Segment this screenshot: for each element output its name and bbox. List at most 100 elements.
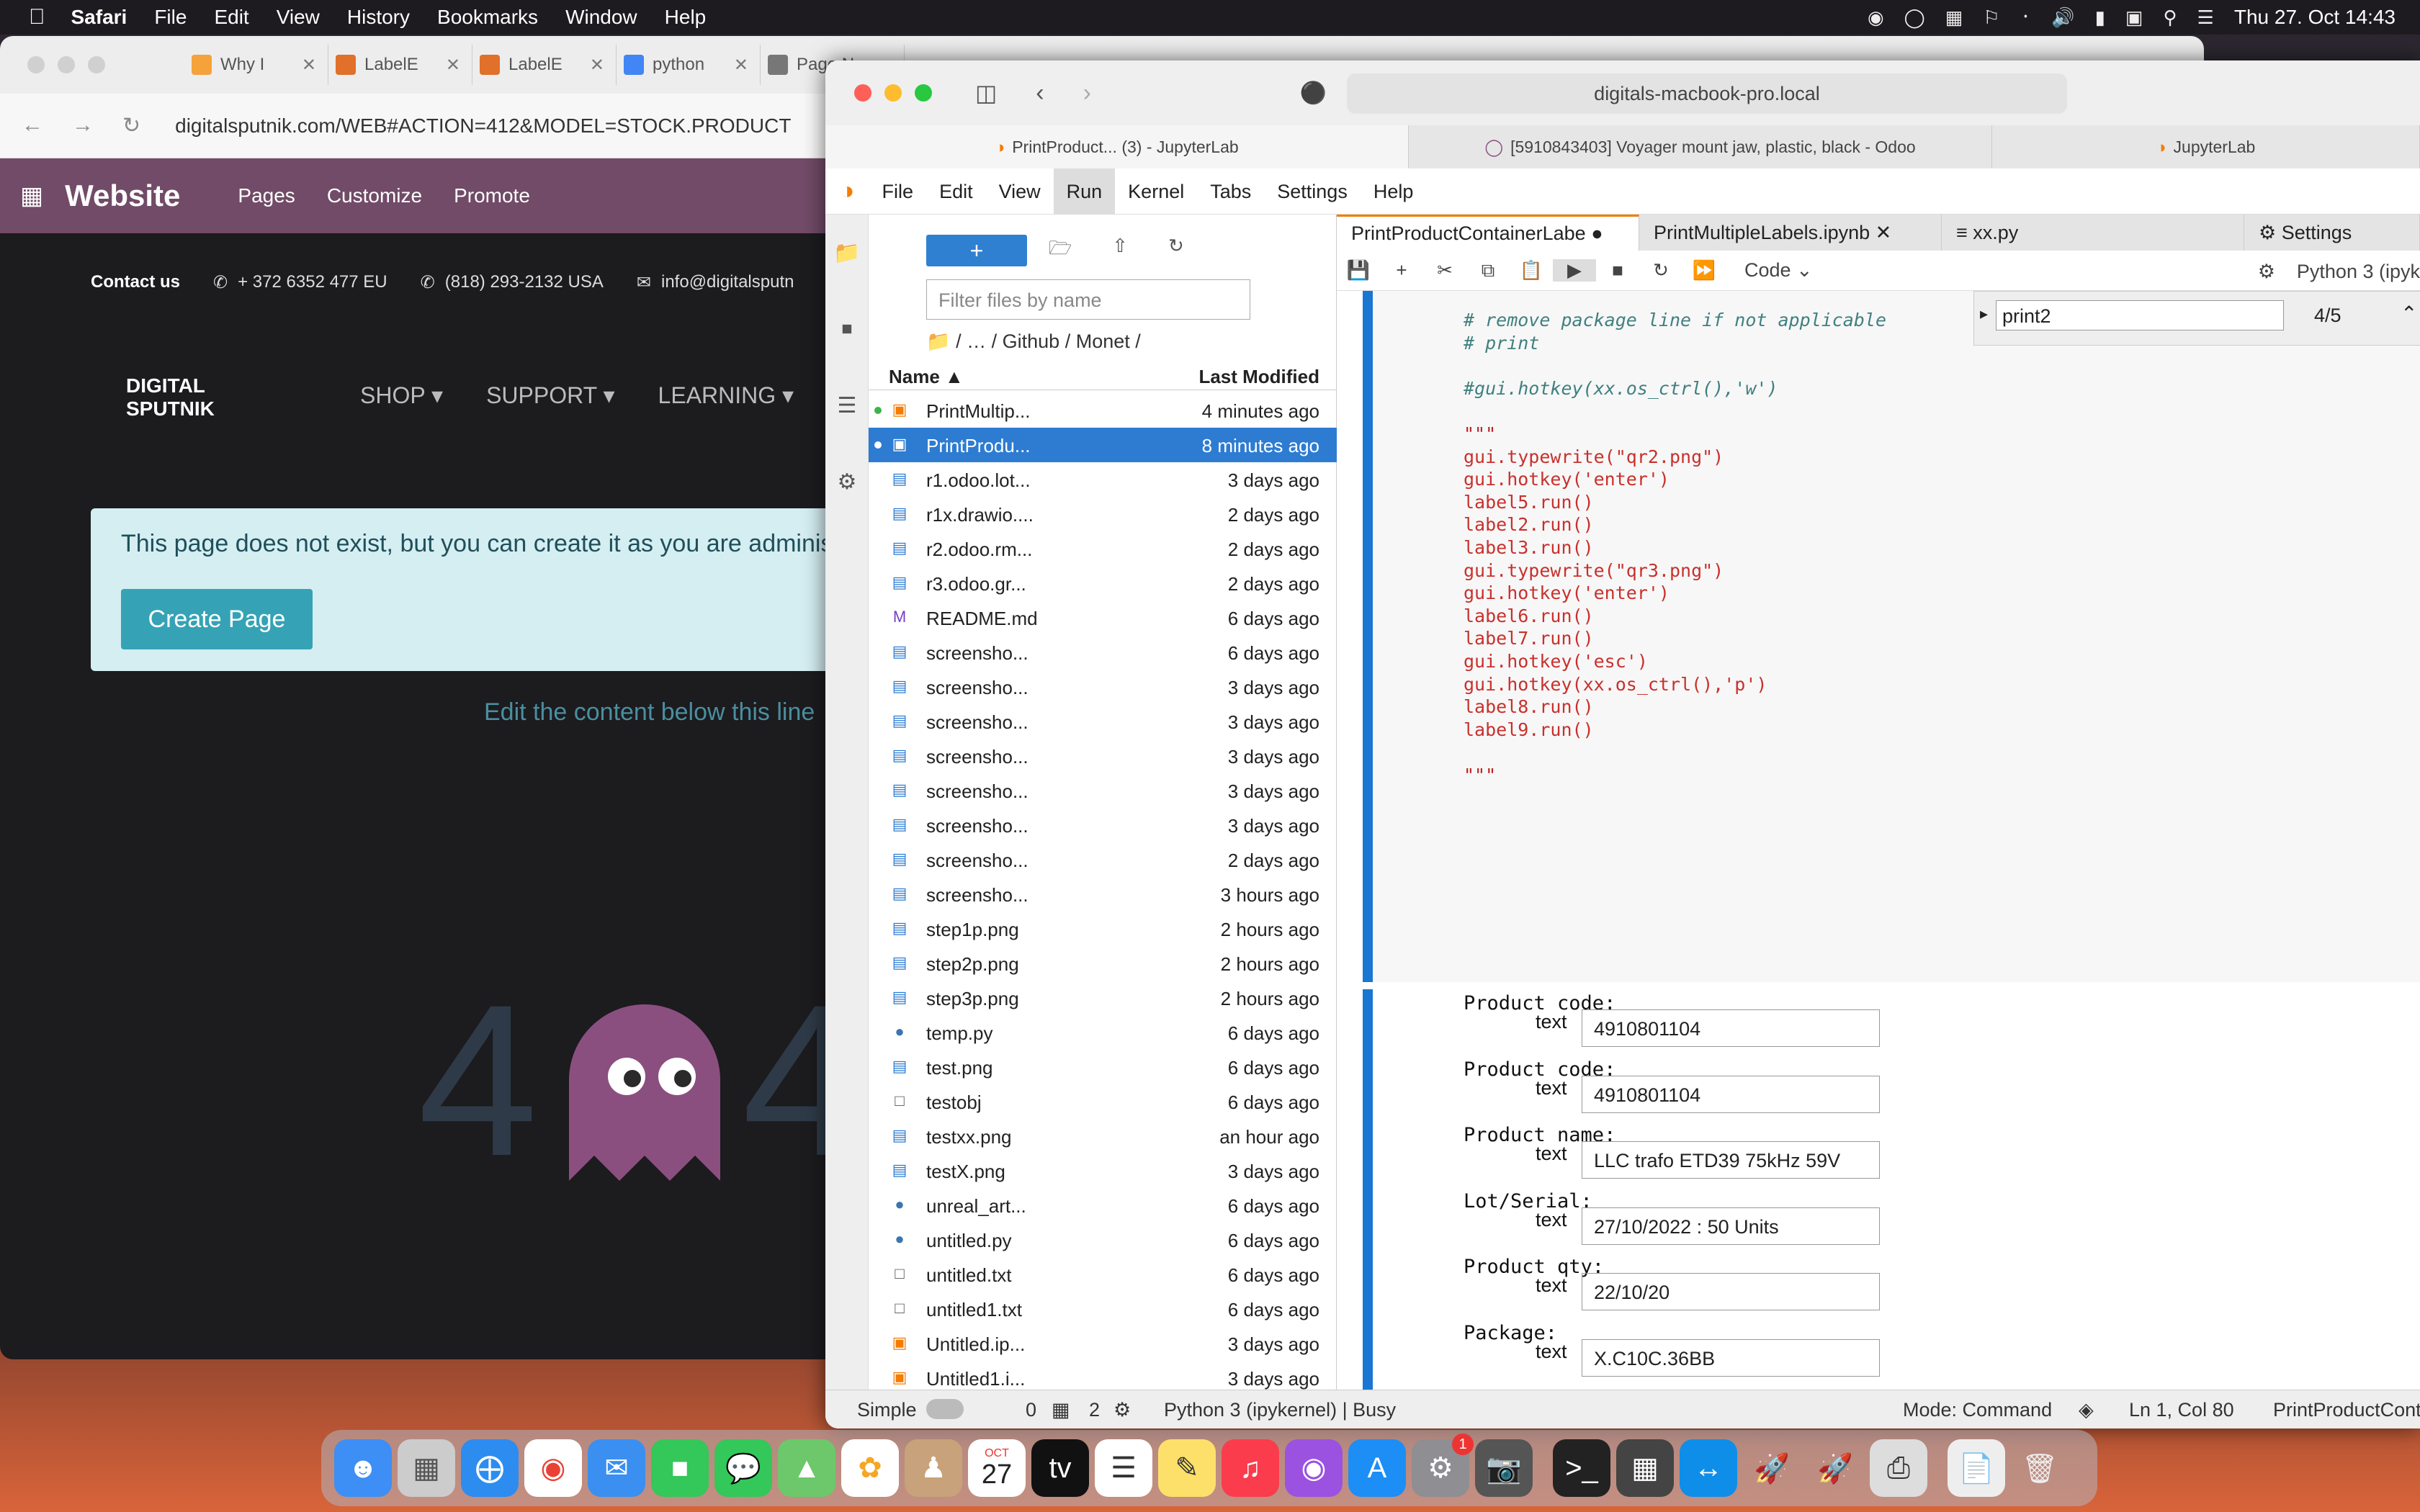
phone-usa[interactable]: (818) 293-2132 USA <box>445 272 604 292</box>
apps-grid-icon[interactable]: ▦ <box>20 181 43 210</box>
column-name[interactable]: Name ▲ <box>889 366 964 388</box>
file-row[interactable]: ▤ screensho... 3 days ago <box>869 773 1337 808</box>
add-cell-icon[interactable]: + <box>1380 259 1423 282</box>
messages-icon[interactable]: 💬 <box>714 1439 772 1497</box>
terminal-count[interactable]: 0 <box>1026 1399 1036 1421</box>
reload-icon[interactable]: ↻ <box>122 113 140 138</box>
fast-forward-icon[interactable]: ⏩ <box>1682 259 1726 282</box>
file-row[interactable]: ▤ step1p.png 2 hours ago <box>869 912 1337 946</box>
menu-edit[interactable]: Edit <box>926 168 986 215</box>
find-input[interactable]: print2 <box>1996 300 2284 330</box>
editor-tab[interactable]: ⚙ Settings <box>2244 215 2420 251</box>
file-row[interactable]: □ testobj 6 days ago <box>869 1084 1337 1119</box>
upload-icon[interactable]: ⇧ <box>1112 235 1128 266</box>
menu-run[interactable]: Run <box>1053 168 1116 215</box>
close-button[interactable] <box>854 84 871 102</box>
cursor-position[interactable]: Ln 1, Col 80 <box>2129 1399 2234 1421</box>
rocket-icon[interactable]: 🚀 <box>1806 1439 1864 1497</box>
file-row[interactable]: ▤ screensho... 3 days ago <box>869 739 1337 773</box>
new-launcher-button[interactable]: + <box>926 235 1027 266</box>
menu-history[interactable]: History <box>347 6 410 29</box>
breadcrumb-path[interactable]: / … / Github / Monet / <box>956 330 1141 352</box>
menu-view[interactable]: View <box>277 6 320 29</box>
close-icon[interactable]: ✕ <box>302 55 316 76</box>
search-icon[interactable]: ⚲ <box>2164 6 2177 29</box>
text-widget-input[interactable]: 27/10/2022 : 50 Units <box>1582 1207 1880 1245</box>
notes-icon[interactable]: ✎ <box>1158 1439 1216 1497</box>
file-row[interactable]: ▤ screensho... 3 days ago <box>869 808 1337 842</box>
copy-icon[interactable]: ⧉ <box>1466 259 1510 282</box>
file-row[interactable]: ● untitled.py 6 days ago <box>869 1223 1337 1257</box>
text-widget-input[interactable]: LLC trafo ETD39 75kHz 59V <box>1582 1141 1880 1179</box>
file-row[interactable]: ▤ testX.png 3 days ago <box>869 1153 1337 1188</box>
teamviewer-icon[interactable]: ◉ <box>1868 6 1884 29</box>
menu-help[interactable]: Help <box>665 6 707 29</box>
cut-icon[interactable]: ✂ <box>1423 259 1466 282</box>
music-icon[interactable]: ♫ <box>1222 1439 1279 1497</box>
close-button[interactable] <box>27 56 45 73</box>
flag-icon[interactable]: ⚐ <box>1983 6 1999 29</box>
nav-shop[interactable]: SHOP ▾ <box>360 382 443 409</box>
code-cell[interactable]: ▸ print2 4/5 ⌃ # remove package line if … <box>1363 291 2420 982</box>
screen-mirror-icon[interactable]: ▣ <box>2125 6 2143 29</box>
menu-window[interactable]: Window <box>565 6 637 29</box>
kernel-name[interactable]: ⚙ Python 3 (ipyk <box>2258 261 2420 283</box>
cell-type-select[interactable]: Code ⌄ <box>1744 259 1813 282</box>
file-row[interactable]: M README.md 6 days ago <box>869 600 1337 635</box>
zoom-button[interactable] <box>915 84 932 102</box>
close-icon[interactable]: ✕ <box>734 55 748 76</box>
safari-tab[interactable]: Why I ✕ <box>184 45 328 85</box>
volume-icon[interactable]: 🔊 <box>2051 6 2074 29</box>
file-row[interactable]: ▤ r1x.drawio.... 2 days ago <box>869 497 1337 531</box>
close-icon[interactable]: ✕ <box>446 55 460 76</box>
safari-tab[interactable]: python ✕ <box>617 45 761 85</box>
simple-mode-toggle[interactable] <box>926 1399 964 1419</box>
contacts-icon[interactable]: ♟ <box>905 1439 962 1497</box>
rocket-icon[interactable]: 🚀 <box>1743 1439 1801 1497</box>
back-arrow-icon[interactable]: ← <box>22 113 43 138</box>
menu-bookmarks[interactable]: Bookmarks <box>437 6 538 29</box>
editor-tab[interactable]: PrintProductContainerLabe ● <box>1337 215 1639 251</box>
address-field[interactable]: digitalsputnik.com/WEB#ACTION=412&MODEL=… <box>175 114 791 138</box>
close-icon[interactable]: ✕ <box>590 55 604 76</box>
file-row[interactable]: ▤ screensho... 3 hours ago <box>869 877 1337 912</box>
column-last-modified[interactable]: Last Modified <box>1198 366 1319 388</box>
bug-icon[interactable]: ⚙ <box>2258 261 2275 282</box>
file-row[interactable]: ▤ step2p.png 2 hours ago <box>869 946 1337 981</box>
table-of-contents-icon[interactable]: ☰ <box>825 367 869 444</box>
minimize-button[interactable] <box>884 84 902 102</box>
calculator-icon[interactable]: ▦ <box>1616 1439 1674 1497</box>
file-row[interactable]: ▤ r3.odoo.gr... 2 days ago <box>869 566 1337 600</box>
file-row[interactable]: ▤ r1.odoo.lot... 3 days ago <box>869 462 1337 497</box>
extension-puzzle-icon[interactable]: ⚙ <box>825 444 869 520</box>
website-title[interactable]: Website <box>65 179 180 213</box>
menu-settings[interactable]: Settings <box>1264 168 1361 215</box>
battery-icon[interactable]: ▮ <box>2095 6 2105 29</box>
screenshot-icon[interactable]: 📷 <box>1475 1439 1533 1497</box>
phone-eu[interactable]: + 372 6352 477 EU <box>238 272 387 292</box>
nav-pages[interactable]: Pages <box>238 184 295 207</box>
sidebar-toggle-icon[interactable]: ◫ <box>975 79 997 107</box>
podcasts-icon[interactable]: ◉ <box>1285 1439 1343 1497</box>
create-page-button[interactable]: Create Page <box>121 589 313 649</box>
forward-arrow-icon[interactable]: › <box>1083 79 1091 107</box>
refresh-icon[interactable]: ↻ <box>1168 235 1184 266</box>
digital-sputnik-logo[interactable]: DIGITAL SPUTNIK <box>126 374 215 420</box>
chevron-right-icon[interactable]: ▸ <box>1980 305 1988 323</box>
folder-icon[interactable]: 📁 <box>926 330 951 352</box>
document-icon[interactable]: 📄 <box>1948 1439 2005 1497</box>
bluetooth-icon[interactable]: ᛫ <box>2020 6 2032 29</box>
menu-file[interactable]: File <box>154 6 187 29</box>
shield-icon[interactable]: ⚫ <box>1300 81 1327 106</box>
kernel-count[interactable]: 2 <box>1089 1399 1100 1421</box>
printer-icon[interactable]: ⎙ <box>1870 1439 1927 1497</box>
text-widget-input[interactable]: 4910801104 <box>1582 1009 1880 1047</box>
restart-icon[interactable]: ↻ <box>1639 259 1682 282</box>
folder-icon[interactable]: 📁 <box>825 215 869 291</box>
facetime-icon[interactable]: ■ <box>651 1439 709 1497</box>
finder-icon[interactable]: ☻ <box>334 1439 392 1497</box>
terminal-icon[interactable]: >_ <box>1553 1439 1610 1497</box>
safari-icon[interactable]: ⨁ <box>461 1439 519 1497</box>
minimize-button[interactable] <box>58 56 75 73</box>
menu-help[interactable]: Help <box>1361 168 1427 215</box>
